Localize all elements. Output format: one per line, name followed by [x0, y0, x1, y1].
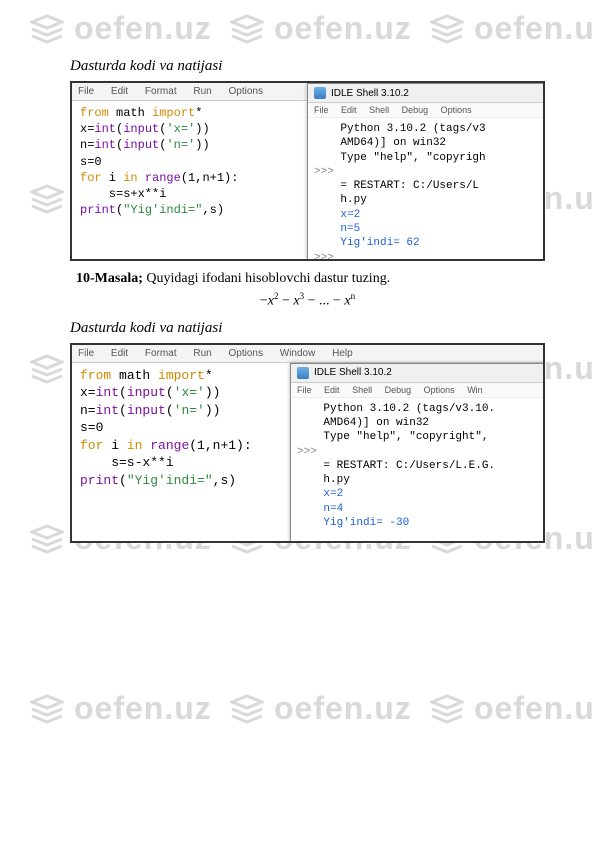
- shell-title: IDLE Shell 3.10.2: [308, 84, 544, 103]
- shell-menu-file[interactable]: File: [297, 385, 312, 395]
- shell-menu-options[interactable]: Options: [441, 105, 472, 115]
- menu-run[interactable]: Run: [193, 348, 211, 359]
- menu-window[interactable]: Window: [280, 348, 316, 359]
- task-label: 10-Masala;: [76, 271, 143, 286]
- code-box-1: File Edit Format Run Options from math i…: [70, 81, 545, 261]
- shell-menu-options[interactable]: Options: [424, 385, 455, 395]
- section-title-1: Dasturda kodi va natijasi: [70, 58, 545, 75]
- task-line: 10-Masala; Quyidagi ifodani hisoblovchi …: [76, 271, 545, 287]
- shell-menu-shell[interactable]: Shell: [352, 385, 372, 395]
- menu-edit[interactable]: Edit: [111, 348, 128, 359]
- task-formula: −x2 − x3 − ... − xn: [70, 291, 545, 310]
- shell-menu-debug[interactable]: Debug: [402, 105, 429, 115]
- editor-menubar: File Edit Format Run Options Window Help: [72, 345, 543, 363]
- menu-format[interactable]: Format: [145, 348, 177, 359]
- shell-menu-file[interactable]: File: [314, 105, 329, 115]
- menu-format[interactable]: Format: [145, 86, 177, 97]
- code-box-2: File Edit Format Run Options Window Help…: [70, 343, 545, 543]
- watermark: oefen.uz: [30, 690, 212, 727]
- menu-file[interactable]: File: [78, 348, 94, 359]
- idle-shell-window-1: IDLE Shell 3.10.2 File Edit Shell Debug …: [307, 83, 545, 261]
- shell-menu-shell[interactable]: Shell: [369, 105, 389, 115]
- idle-shell-window-2: IDLE Shell 3.10.2 File Edit Shell Debug …: [290, 363, 545, 543]
- shell-menu-win[interactable]: Win: [467, 385, 483, 395]
- shell-menu-edit[interactable]: Edit: [341, 105, 357, 115]
- shell-menubar: File Edit Shell Debug Options Win: [291, 383, 544, 398]
- menu-file[interactable]: File: [78, 86, 94, 97]
- menu-run[interactable]: Run: [193, 86, 211, 97]
- section-title-2: Dasturda kodi va natijasi: [70, 320, 545, 337]
- shell-output-2: Python 3.10.2 (tags/v3.10. AMD64)] on wi…: [291, 398, 544, 543]
- menu-help[interactable]: Help: [332, 348, 353, 359]
- menu-edit[interactable]: Edit: [111, 86, 128, 97]
- watermark: oefen.uz: [230, 690, 412, 727]
- shell-output-1: Python 3.10.2 (tags/v3 AMD64)] on win32 …: [308, 118, 544, 261]
- task-text: Quyidagi ifodani hisoblovchi dastur tuzi…: [143, 271, 390, 286]
- shell-menu-edit[interactable]: Edit: [324, 385, 340, 395]
- shell-menubar: File Edit Shell Debug Options: [308, 103, 544, 118]
- watermark: oefen.uz: [430, 690, 595, 727]
- menu-options[interactable]: Options: [229, 86, 263, 97]
- shell-title: IDLE Shell 3.10.2: [291, 364, 544, 383]
- shell-menu-debug[interactable]: Debug: [385, 385, 412, 395]
- menu-options[interactable]: Options: [229, 348, 263, 359]
